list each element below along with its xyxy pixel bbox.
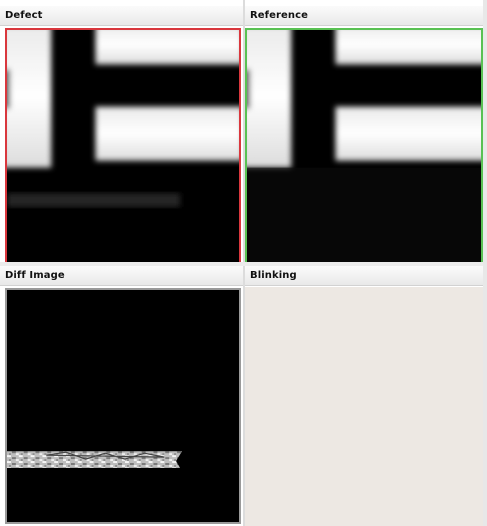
diff-pane: Diff Image (0, 266, 243, 526)
reference-pane: Reference (245, 6, 487, 264)
window-right-edge (483, 0, 487, 526)
image-review-window: Defect Reference Diff Image Blinking (0, 0, 487, 526)
blinking-area[interactable] (245, 287, 487, 526)
diff-pane-title: Diff Image (5, 270, 65, 281)
blinking-pane-header: Blinking (245, 266, 487, 286)
blinking-pane: Blinking (245, 266, 487, 526)
diff-pane-header: Diff Image (0, 266, 243, 286)
defect-pane: Defect (0, 6, 243, 264)
defect-image[interactable] (5, 28, 241, 264)
reference-pane-header: Reference (245, 6, 487, 26)
diff-image[interactable] (5, 288, 241, 524)
blinking-pane-title: Blinking (250, 270, 297, 281)
reference-pane-title: Reference (250, 10, 309, 21)
defect-pane-header: Defect (0, 6, 243, 26)
defect-pane-title: Defect (5, 10, 43, 21)
reference-image[interactable] (245, 28, 483, 264)
